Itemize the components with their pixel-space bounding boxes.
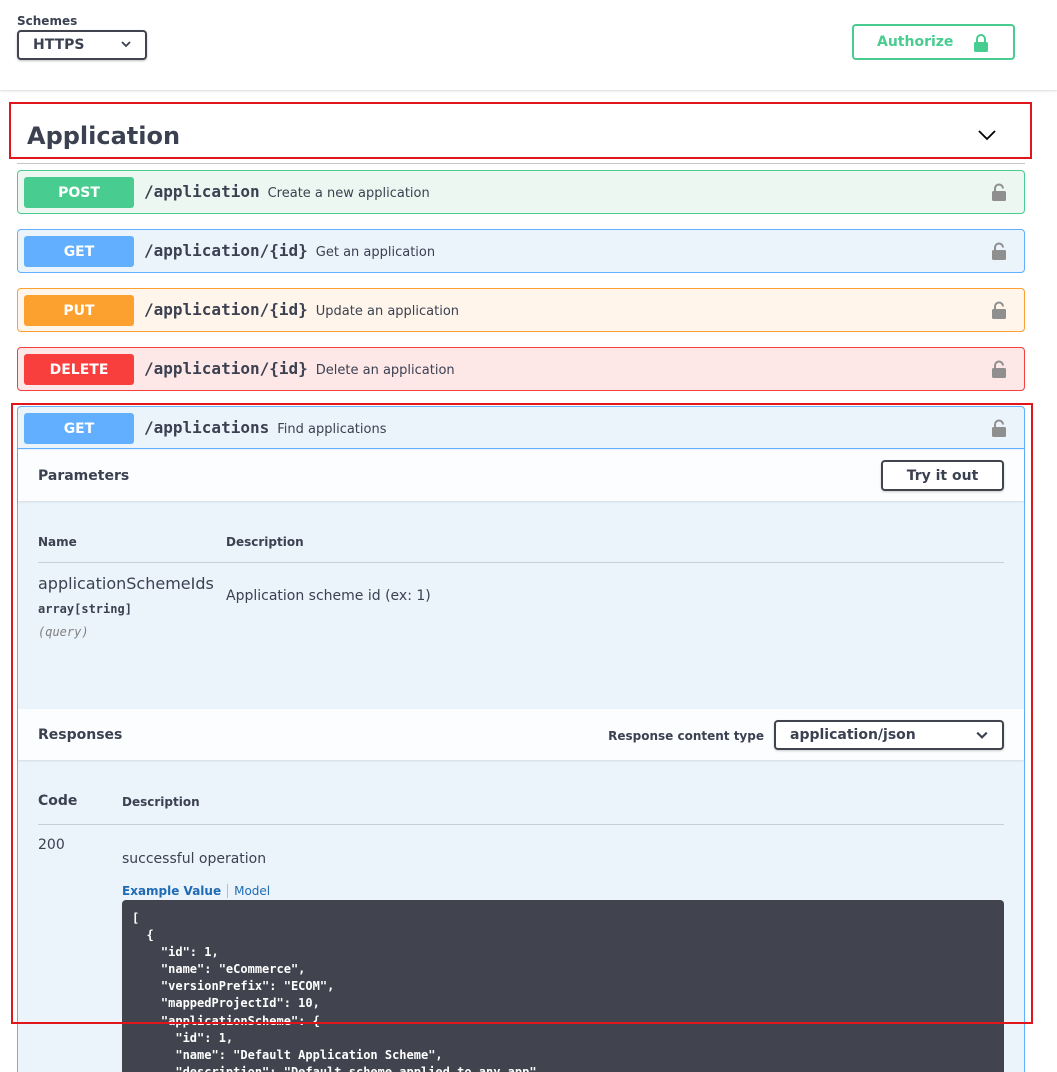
- chevron-down-icon: [976, 731, 988, 739]
- lock-open-icon[interactable]: [991, 183, 1007, 202]
- operation-post-application: POST /application Create a new applicatio…: [17, 170, 1025, 214]
- tab-example-value[interactable]: Example Value: [122, 884, 221, 898]
- response-content-type-label: Response content type: [608, 729, 764, 743]
- path-text: /application/{id}: [144, 300, 308, 319]
- response-col-code: Code: [38, 793, 78, 809]
- param-col-description: Description: [226, 535, 304, 549]
- operation-summary[interactable]: GET /application/{id} Get an application: [18, 230, 1024, 272]
- tab-model[interactable]: Model: [234, 884, 270, 898]
- param-in: (query): [38, 625, 89, 639]
- operation-path: /application/{id} Update an application: [144, 300, 459, 319]
- operation-get-applications: GET /applications Find applications Param…: [17, 406, 1025, 1072]
- path-text: /application/{id}: [144, 241, 308, 260]
- operation-summary[interactable]: PUT /application/{id} Update an applicati…: [18, 289, 1024, 331]
- method-badge: DELETE: [24, 354, 134, 385]
- tab-separator: [227, 884, 229, 898]
- operation-path: /application Create a new application: [144, 182, 430, 201]
- operation-description: Update an application: [315, 304, 460, 319]
- schemes-selected-value: HTTPS: [33, 37, 85, 53]
- method-badge: GET: [24, 413, 134, 444]
- method-badge: PUT: [24, 295, 134, 326]
- param-name: applicationSchemeIds: [38, 574, 214, 593]
- example-json: [ { "id": 1, "name": "eCommerce", "versi…: [132, 911, 544, 1072]
- example-value-code: [ { "id": 1, "name": "eCommerce", "versi…: [122, 900, 1004, 1072]
- try-it-out-button[interactable]: Try it out: [881, 460, 1004, 491]
- lock-open-icon[interactable]: [991, 419, 1007, 438]
- response-description: successful operation: [122, 851, 267, 867]
- operation-description: Find applications: [277, 422, 387, 437]
- responses-title: Responses: [38, 727, 123, 743]
- operation-description: Get an application: [315, 245, 436, 260]
- response-divider: [38, 824, 1004, 825]
- schemes-select[interactable]: HTTPS: [17, 30, 147, 60]
- tag-section-application[interactable]: Application: [17, 112, 1025, 164]
- scheme-container: Schemes HTTPS Authorize: [0, 0, 1057, 90]
- method-badge: GET: [24, 236, 134, 267]
- authorize-button[interactable]: Authorize: [852, 24, 1015, 60]
- chevron-down-icon: [121, 41, 131, 48]
- operation-path: /application/{id} Delete an application: [144, 359, 455, 378]
- path-text: /applications: [144, 418, 270, 437]
- response-code: 200: [38, 837, 65, 853]
- path-text: /application: [144, 182, 260, 201]
- parameters-title: Parameters: [38, 468, 130, 484]
- schemes-label: Schemes: [17, 14, 78, 28]
- response-col-description: Description: [122, 795, 200, 809]
- lock-open-icon[interactable]: [991, 242, 1007, 261]
- operation-put-application-id: PUT /application/{id} Update an applicati…: [17, 288, 1025, 332]
- response-tabs: Example Value Model: [122, 884, 270, 898]
- operation-get-application-id: GET /application/{id} Get an application: [17, 229, 1025, 273]
- lock-open-icon[interactable]: [991, 301, 1007, 320]
- response-content-type-value: application/json: [790, 727, 916, 743]
- param-divider: [38, 562, 1004, 563]
- param-type: array[string]: [38, 602, 132, 616]
- lock-open-icon[interactable]: [991, 360, 1007, 379]
- operation-description: Delete an application: [315, 363, 455, 378]
- tag-title: Application: [27, 122, 181, 150]
- param-description: Application scheme id (ex: 1): [226, 588, 431, 604]
- responses-header: Responses Response content type applicat…: [18, 709, 1024, 760]
- lock-icon: [974, 34, 988, 52]
- parameters-header: Parameters Try it out: [18, 450, 1024, 501]
- response-content-type-select[interactable]: application/json: [774, 720, 1004, 750]
- operation-path: /applications Find applications: [144, 418, 386, 437]
- operation-summary[interactable]: DELETE /application/{id} Delete an applic…: [18, 348, 1024, 390]
- operation-delete-application-id: DELETE /application/{id} Delete an applic…: [17, 347, 1025, 391]
- authorize-label: Authorize: [877, 34, 954, 50]
- path-text: /application/{id}: [144, 359, 308, 378]
- operation-summary[interactable]: POST /application Create a new applicatio…: [18, 171, 1024, 213]
- operation-summary[interactable]: GET /applications Find applications: [18, 407, 1024, 449]
- chevron-down-icon[interactable]: [977, 128, 997, 142]
- method-badge: POST: [24, 177, 134, 208]
- operation-description: Create a new application: [267, 186, 430, 201]
- operation-path: /application/{id} Get an application: [144, 241, 435, 260]
- param-col-name: Name: [38, 535, 77, 549]
